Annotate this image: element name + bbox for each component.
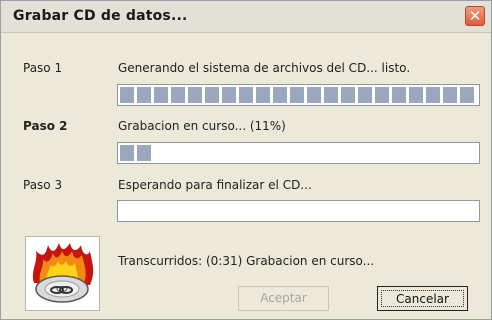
burning-cd-icon: [25, 236, 100, 311]
progress-segment: [392, 87, 406, 103]
progress-segment: [375, 87, 389, 103]
step-3-progress-bar: [117, 200, 480, 222]
burning-cd-icon-graphic: [32, 243, 94, 303]
progress-segment: [443, 87, 457, 103]
cancel-button-label: Cancelar: [381, 290, 464, 307]
step-1-progress-fill: [120, 87, 474, 103]
progress-segment: [154, 87, 168, 103]
step-1-label: Paso 1: [23, 61, 63, 75]
step-1-text: Generando el sistema de archivos del CD.…: [118, 61, 411, 75]
progress-segment: [358, 87, 372, 103]
progress-segment: [324, 87, 338, 103]
progress-segment: [290, 87, 304, 103]
close-icon: ✕: [468, 7, 482, 25]
progress-segment: [188, 87, 202, 103]
dialog-title: Grabar CD de datos...: [13, 8, 188, 24]
progress-segment: [120, 87, 134, 103]
progress-segment: [256, 87, 270, 103]
progress-segment: [307, 87, 321, 103]
elapsed-status-text: Transcurridos: (0:31) Grabacion en curso…: [118, 254, 375, 268]
burn-cd-dialog: Grabar CD de datos... ✕ Paso 1 Generando…: [0, 0, 492, 320]
progress-segment: [222, 87, 236, 103]
progress-segment: [341, 87, 355, 103]
progress-segment: [460, 87, 474, 103]
step-3-text: Esperando para finalizar el CD...: [118, 178, 312, 192]
progress-segment: [120, 145, 134, 161]
title-bar[interactable]: Grabar CD de datos... ✕: [1, 1, 491, 33]
progress-segment: [273, 87, 287, 103]
cancel-button[interactable]: Cancelar: [377, 286, 468, 311]
step-2-text: Grabacion en curso... (11%): [118, 119, 286, 133]
accept-button[interactable]: Aceptar: [238, 286, 329, 311]
step-2-label: Paso 2: [23, 119, 68, 133]
progress-segment: [137, 87, 151, 103]
progress-segment: [409, 87, 423, 103]
step-1-progress-bar: [117, 84, 480, 106]
progress-segment: [205, 87, 219, 103]
progress-segment: [426, 87, 440, 103]
close-button[interactable]: ✕: [465, 6, 485, 26]
step-2-progress-bar: [117, 142, 480, 164]
step-2-progress-fill: [120, 145, 151, 161]
progress-segment: [137, 145, 151, 161]
step-3-label: Paso 3: [23, 178, 63, 192]
progress-segment: [239, 87, 253, 103]
progress-segment: [171, 87, 185, 103]
